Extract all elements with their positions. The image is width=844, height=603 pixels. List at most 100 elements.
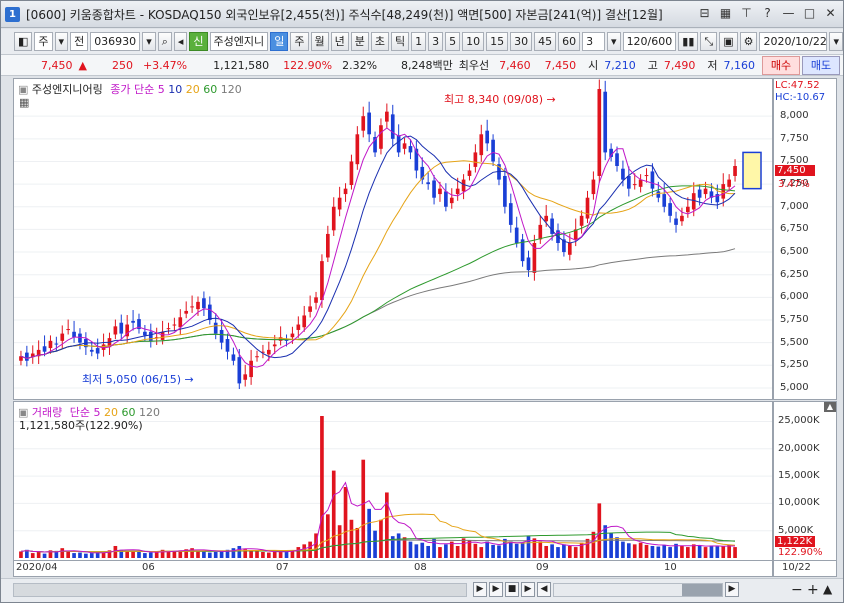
type-select[interactable]: 주 (34, 32, 53, 51)
type-dropdown-icon[interactable]: ▾ (54, 32, 69, 51)
search-icon[interactable]: ⌕ (157, 32, 172, 51)
x-label-5: 10 (664, 562, 677, 573)
num-10[interactable]: 10 (462, 32, 485, 51)
zoom-in-icon[interactable]: + (807, 582, 819, 598)
speaker-icon[interactable]: ◂ (173, 32, 188, 51)
period-tick[interactable]: 틱 (391, 32, 410, 51)
save-icon[interactable]: ▣ (719, 32, 738, 51)
price-tick: 7,000 (780, 200, 809, 212)
scroll-next-icon[interactable]: ▶ (521, 582, 535, 597)
change-value: 250 (111, 58, 133, 72)
scroll-right-icon[interactable]: ▶ (725, 582, 739, 597)
minimize-icon[interactable]: — (780, 5, 797, 22)
candle-body (331, 206, 336, 231)
volume-bar (420, 542, 425, 558)
num-5[interactable]: 5 (445, 32, 461, 51)
ma10-label: 10 (168, 83, 183, 96)
scroll-bar: ▶ ▶ ■ ▶ ◀ ▶ − + ▲ (1, 578, 843, 602)
price-chart-pane[interactable]: ▣ 주성엔지니어링 종가 단순 5 10 20 60 120 ▦ 최고 8,34… (13, 78, 773, 400)
pin-icon[interactable]: ⊤ (738, 5, 755, 22)
scroll-track[interactable] (13, 583, 467, 597)
num-30[interactable]: 30 (510, 32, 533, 51)
period-week[interactable]: 주 (290, 32, 309, 51)
sell-button[interactable]: 매도 (802, 56, 840, 75)
candle-tool-icon[interactable]: ▮▮ (678, 32, 699, 51)
date-field[interactable]: 2020/10/22 (759, 32, 828, 51)
custom-num-input[interactable]: 3 (582, 32, 606, 51)
scroll-start-icon[interactable]: ▶ (473, 582, 487, 597)
volume-bar (414, 544, 419, 558)
volume-bar (508, 541, 513, 558)
candle-body (184, 310, 189, 314)
candle-body (385, 111, 389, 122)
link-icon[interactable]: ⊟ (696, 5, 713, 22)
num-1[interactable]: 1 (411, 32, 427, 51)
num-3[interactable]: 3 (428, 32, 444, 51)
period-day[interactable]: 일 (270, 32, 289, 51)
maximize-icon[interactable]: □ (801, 5, 818, 22)
zoom-out-icon[interactable]: − (791, 582, 803, 598)
settings-icon[interactable]: ⚙ (739, 32, 758, 51)
volume-bar (72, 553, 76, 558)
help-icon[interactable]: ? (759, 5, 776, 22)
open-label: 시 (588, 59, 599, 72)
stock-code-input[interactable]: 036930 (90, 32, 141, 51)
expand-icon[interactable]: ▲ (823, 582, 832, 596)
period-year[interactable]: 년 (330, 32, 349, 51)
trend-tool-icon[interactable]: ⤡ (700, 32, 718, 51)
period-minute[interactable]: 분 (350, 32, 369, 51)
candle-body (60, 333, 65, 341)
legend-toggle-icon[interactable]: ▣ (18, 83, 28, 96)
period-second[interactable]: 초 (370, 32, 389, 51)
zoom-thumb[interactable] (682, 584, 722, 596)
candle-body (42, 346, 47, 352)
candle-body (166, 328, 171, 330)
x-label-0: 2020/04 (16, 562, 58, 573)
close-icon[interactable]: ✕ (822, 5, 839, 22)
volume-bar (567, 545, 572, 558)
candle-body (343, 188, 348, 195)
volume-bar (473, 543, 478, 558)
volume-bar (638, 542, 643, 558)
volume-bar (715, 546, 720, 558)
layout-icon[interactable]: ◧ (14, 32, 33, 51)
ask-value: 7,450 (544, 58, 577, 72)
custom-num-dropdown-icon[interactable]: ▾ (607, 32, 621, 51)
code-dropdown-icon[interactable]: ▾ (142, 32, 156, 51)
buy-button[interactable]: 매수 (762, 56, 800, 75)
table-icon[interactable]: ▦ (19, 96, 29, 109)
price-chart-svg (14, 79, 772, 390)
zoom-track[interactable] (553, 583, 723, 597)
period-month[interactable]: 월 (310, 32, 329, 51)
volume-bar (532, 538, 537, 558)
date-dropdown-icon[interactable]: ▾ (829, 32, 843, 51)
volume-bar (78, 552, 82, 558)
volume-bar (662, 544, 667, 558)
num-60[interactable]: 60 (558, 32, 581, 51)
scroll-left-icon[interactable]: ◀ (537, 582, 551, 597)
candle-body (390, 114, 395, 139)
ma-label: 종가 단순 (110, 83, 155, 96)
num-15[interactable]: 15 (486, 32, 509, 51)
volume-bar (544, 545, 549, 558)
candle-body (503, 175, 507, 207)
candle-body (674, 218, 678, 225)
candle-body (449, 197, 454, 204)
volume-bar (367, 508, 371, 558)
hc-label: HC:-10.67 (775, 92, 826, 103)
candle-body (650, 171, 655, 189)
price-tick: 6,500 (780, 246, 809, 258)
volume-tick: 20,000K (778, 442, 820, 454)
collapse-icon[interactable]: ▲ (824, 402, 836, 412)
grid-icon[interactable]: ▦ (717, 5, 734, 22)
count-field[interactable]: 120/600 (622, 32, 677, 51)
volume-chart-pane[interactable]: ▣ 거래량 단순 5 20 60 120 1,121,580주(122.90%) (13, 401, 773, 561)
volume-bar (556, 547, 560, 558)
scroll-stop-icon[interactable]: ■ (505, 582, 519, 597)
volume-bar (703, 547, 708, 558)
num-45[interactable]: 45 (534, 32, 557, 51)
scroll-play-icon[interactable]: ▶ (489, 582, 503, 597)
candle-body (361, 116, 366, 131)
jeon-button[interactable]: 전 (70, 32, 89, 51)
price-value: 7,450 (41, 58, 73, 72)
